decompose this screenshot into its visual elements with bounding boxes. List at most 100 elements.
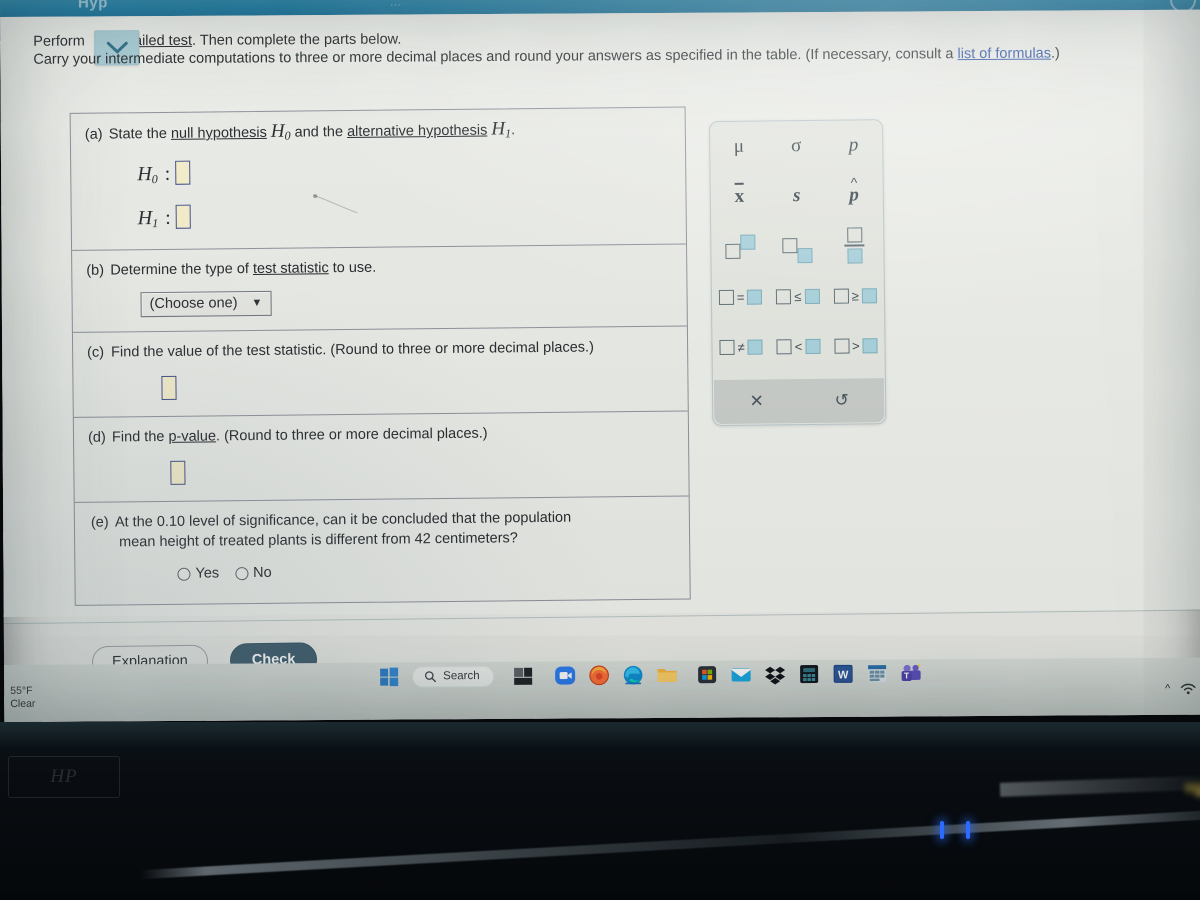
svg-text:W: W [838, 669, 849, 681]
part-a-h1-inline: H1 [491, 118, 512, 141]
question-part-b: (b) Determine the type of test statistic … [72, 244, 687, 333]
page-title-ghost-2: ... [389, 0, 401, 9]
fraction-box[interactable] [826, 227, 884, 264]
p-symbol[interactable]: p [825, 134, 883, 157]
palette-row-5: ≠ < > [712, 320, 885, 372]
h1-subscript: 1 [152, 216, 159, 231]
palette-row-4: = ≤ ≥ [712, 270, 885, 322]
p-value-link[interactable]: p-value [168, 428, 216, 444]
s-symbol[interactable]: s [768, 185, 826, 208]
less-equal-relation[interactable]: ≤ [769, 288, 826, 304]
excel-icon [868, 665, 887, 683]
radio-option-no[interactable]: No [235, 565, 272, 581]
palette-row-2: x s ^ p [711, 170, 884, 222]
part-b-prompt: (b) Determine the type of test statistic … [86, 255, 672, 281]
excel-app[interactable] [867, 663, 889, 685]
less-than-relation[interactable]: < [770, 338, 827, 354]
chevron-up-icon[interactable]: ^ [1165, 682, 1170, 694]
part-b-text-after: to use. [328, 259, 377, 277]
h1-colon: : [165, 206, 171, 229]
list-of-formulas-link[interactable]: list of formulas [957, 46, 1051, 63]
firefox-app[interactable] [589, 664, 611, 686]
undo-icon: ↺ [834, 390, 849, 410]
weather-condition: Clear [10, 697, 36, 710]
brand-logo: HP [8, 756, 120, 798]
right-box-icon [747, 339, 763, 355]
test-statistic-input[interactable] [161, 375, 177, 400]
teams-icon: T [902, 663, 922, 681]
h0-symbol: H [137, 163, 152, 186]
part-a-h0-inline: H0 [270, 120, 291, 143]
equals-relation[interactable]: = [712, 289, 769, 305]
palette-row-3 [711, 220, 884, 272]
edge-app[interactable] [623, 664, 645, 686]
p-value-input[interactable] [170, 460, 186, 485]
system-tray: ^ [1165, 682, 1196, 695]
search-box[interactable]: Search [412, 665, 495, 687]
zoom-app[interactable] [555, 664, 577, 686]
radio-option-yes[interactable]: Yes [177, 565, 219, 582]
subscript-box[interactable] [769, 234, 827, 264]
network-icon[interactable] [1180, 682, 1196, 695]
part-c-label: (c) [87, 344, 105, 361]
mu-symbol[interactable]: μ [710, 135, 768, 158]
part-d-prompt: (d) Find the p-value. (Round to three or … [88, 422, 674, 448]
intro-line2-part2: .) [1050, 45, 1060, 62]
right-box-icon [747, 289, 763, 305]
calculator-app[interactable] [799, 663, 821, 685]
h1-input[interactable] [175, 204, 191, 229]
radio-no-icon [235, 566, 249, 580]
superscript-box[interactable] [711, 234, 769, 259]
part-e-options: Yes No [177, 561, 675, 582]
test-statistic-link[interactable]: test statistic [253, 260, 329, 277]
task-view-icon [514, 667, 533, 685]
greater-equal-relation[interactable]: ≥ [827, 287, 884, 304]
symbol-palette: μ σ p x s ^ p = ≤ ≥ ≠ < > ✕ ↺ [708, 119, 887, 427]
zoom-icon [555, 666, 576, 685]
part-e-label: (e) [90, 514, 109, 531]
page-title-ghost: Hyp [77, 0, 108, 12]
left-box-icon [776, 338, 792, 354]
palette-clear-button[interactable]: ✕ [714, 391, 799, 412]
radio-no-label: No [253, 564, 272, 582]
right-box-icon [862, 337, 878, 353]
p-hat-symbol[interactable]: ^ p [825, 174, 883, 207]
mail-app[interactable] [731, 663, 753, 685]
chevron-down-icon: ▼ [251, 296, 263, 310]
not-equal-relation[interactable]: ≠ [712, 339, 769, 355]
palette-undo-button[interactable]: ↺ [799, 390, 884, 411]
radio-yes-icon [177, 567, 191, 581]
null-hypothesis-link[interactable]: null hypothesis [171, 125, 267, 142]
intro-after: . Then complete the parts below. [191, 31, 402, 49]
part-e-line1: At the 0.10 level of significance, can i… [114, 509, 572, 531]
x-bar-symbol[interactable]: x [711, 182, 769, 208]
part-d-label: (d) [87, 429, 106, 446]
weather-temperature: 55°F [10, 684, 33, 697]
h0-input[interactable] [175, 160, 191, 185]
start-button[interactable] [378, 666, 400, 688]
close-icon: ✕ [749, 391, 764, 411]
part-e-prompt: (e) At the 0.10 level of significance, ca… [91, 507, 675, 553]
file-explorer-app[interactable] [657, 664, 679, 686]
intro-line2-part1: Carry your intermediate computations to … [33, 46, 958, 68]
left-box-icon [776, 288, 792, 304]
alternative-hypothesis-link[interactable]: alternative hypothesis [347, 123, 487, 140]
task-view-button[interactable] [513, 665, 535, 687]
test-statistic-select[interactable]: (Choose one) ▼ [140, 290, 272, 318]
test-statistic-select-value: (Choose one) [149, 295, 238, 313]
word-app[interactable]: W [833, 663, 855, 685]
part-a-text-end: . [510, 122, 516, 139]
sigma-symbol[interactable]: σ [767, 135, 825, 158]
dropbox-app[interactable] [765, 663, 787, 685]
numerator-box-icon [846, 227, 863, 243]
greater-than-relation[interactable]: > [827, 337, 884, 354]
microsoft-store-app[interactable] [697, 664, 719, 686]
question-part-d: (d) Find the p-value. (Round to three or … [73, 411, 689, 503]
folder-icon [658, 668, 678, 682]
question-part-a: (a) State the null hypothesis H0 and the … [70, 107, 687, 251]
teams-app[interactable]: T [901, 662, 923, 684]
weather-widget[interactable]: 55°F Clear [10, 685, 35, 711]
mail-icon [732, 668, 752, 682]
denominator-box-icon [847, 248, 863, 264]
edge-icon [624, 665, 643, 685]
